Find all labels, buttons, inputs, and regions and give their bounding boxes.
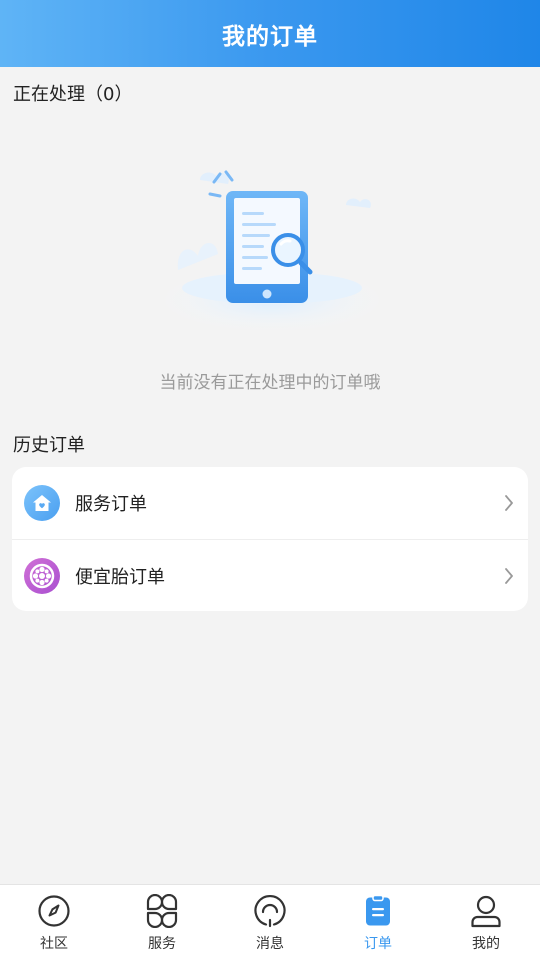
tire-orders-label: 便宜胎订单: [75, 566, 165, 588]
tab-label: 社区: [40, 936, 68, 952]
tire-orders-row[interactable]: 便宜胎订单: [12, 539, 528, 611]
house-icon: [24, 485, 60, 521]
empty-orders-illustration: [160, 170, 384, 332]
clipboard-icon: [366, 894, 390, 926]
chevron-right-icon: [505, 495, 513, 511]
history-order-list: 服务订单 便宜胎订单: [12, 467, 528, 611]
user-icon: [471, 895, 501, 928]
tab-profile[interactable]: 我的: [432, 885, 540, 960]
tab-community[interactable]: 社区: [0, 885, 108, 960]
service-orders-label: 服务订单: [75, 494, 147, 515]
tire-icon: [24, 557, 60, 594]
message-icon: [254, 895, 286, 928]
tab-label: 我的: [472, 936, 500, 952]
service-orders-row[interactable]: 服务订单: [12, 467, 528, 539]
tab-label: 服务: [148, 936, 176, 952]
chevron-right-icon: [505, 567, 513, 584]
compass-icon: [38, 895, 70, 927]
top-bar: 我的订单: [0, 0, 540, 67]
empty-orders-message: 当前没有正在处理中的订单哦: [159, 373, 381, 393]
page-title: 我的订单: [222, 23, 318, 50]
tab-label: 订单: [364, 936, 392, 952]
bottom-tab-bar: 社区 服务 消息 订单 我的: [0, 884, 540, 960]
history-section-title: 历史订单: [13, 435, 85, 456]
tab-messages[interactable]: 消息: [216, 885, 324, 960]
grid-icon: [146, 894, 178, 928]
processing-section-title: 正在处理（0）: [13, 84, 133, 105]
tab-label: 消息: [256, 936, 284, 952]
tab-services[interactable]: 服务: [108, 885, 216, 960]
tab-orders[interactable]: 订单: [324, 885, 432, 960]
